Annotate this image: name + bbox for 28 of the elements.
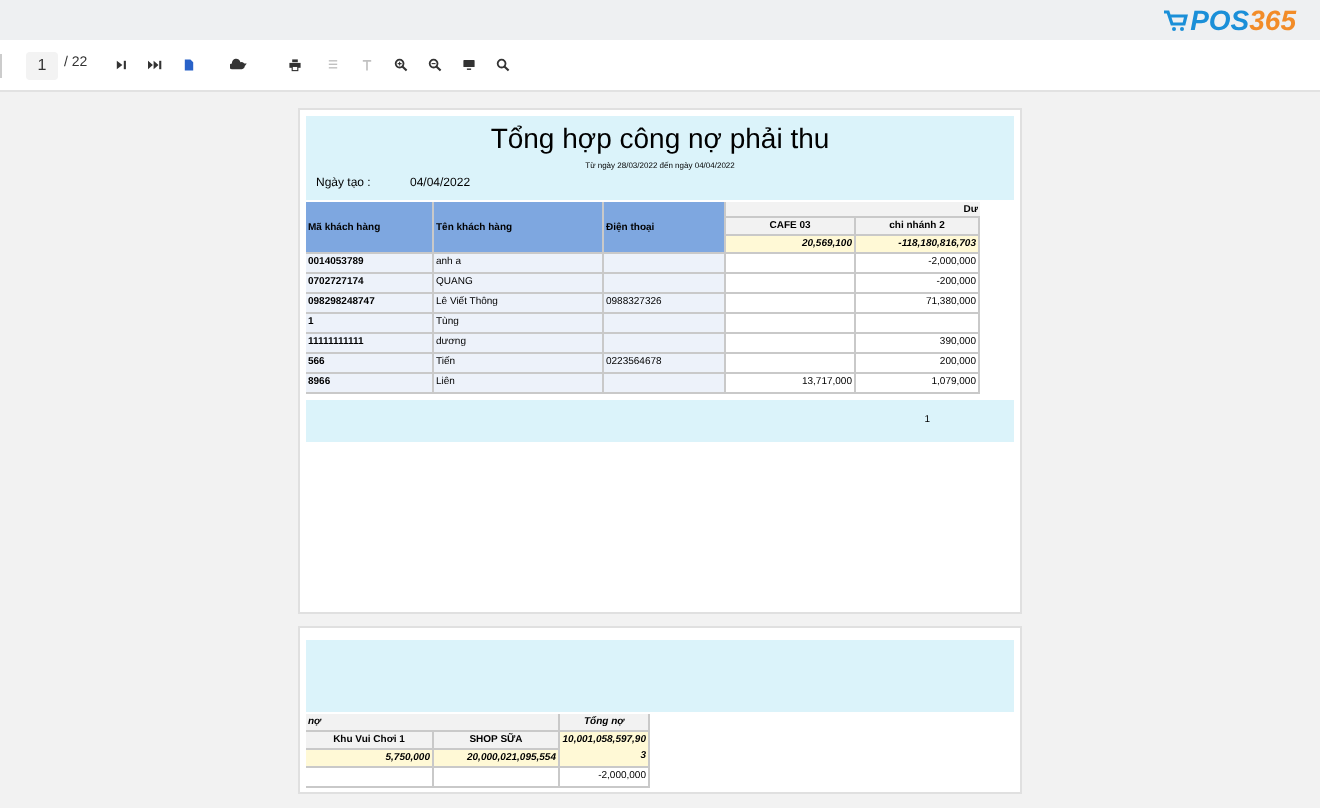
table-cell xyxy=(434,768,560,788)
report-title: Tổng hợp công nợ phải thu xyxy=(488,120,832,156)
zoom-out-icon xyxy=(427,58,442,72)
table-cell xyxy=(604,314,726,334)
page-input[interactable]: 1 xyxy=(26,51,58,79)
last-icon xyxy=(147,58,162,72)
layout-icon xyxy=(325,58,340,72)
table-cell xyxy=(726,274,856,294)
logo: POS365 xyxy=(1164,6,1296,34)
table-cell xyxy=(604,334,726,354)
table-cell xyxy=(604,374,726,394)
table-cell xyxy=(726,314,856,334)
table-cell xyxy=(726,334,856,354)
table-cell xyxy=(726,254,856,274)
table-cell xyxy=(726,354,856,374)
cloud-icon xyxy=(230,58,249,72)
table-cell xyxy=(726,294,856,314)
table-cell xyxy=(604,254,726,274)
zoom-in-icon xyxy=(393,58,408,72)
table-cell xyxy=(856,314,980,334)
next-icon xyxy=(113,58,128,72)
text-icon xyxy=(359,58,374,72)
table-cell xyxy=(306,768,434,788)
print-icon xyxy=(287,58,302,72)
search-icon xyxy=(495,58,510,72)
document-icon xyxy=(181,58,196,72)
table-cell xyxy=(604,274,726,294)
monitor-icon xyxy=(461,58,476,72)
